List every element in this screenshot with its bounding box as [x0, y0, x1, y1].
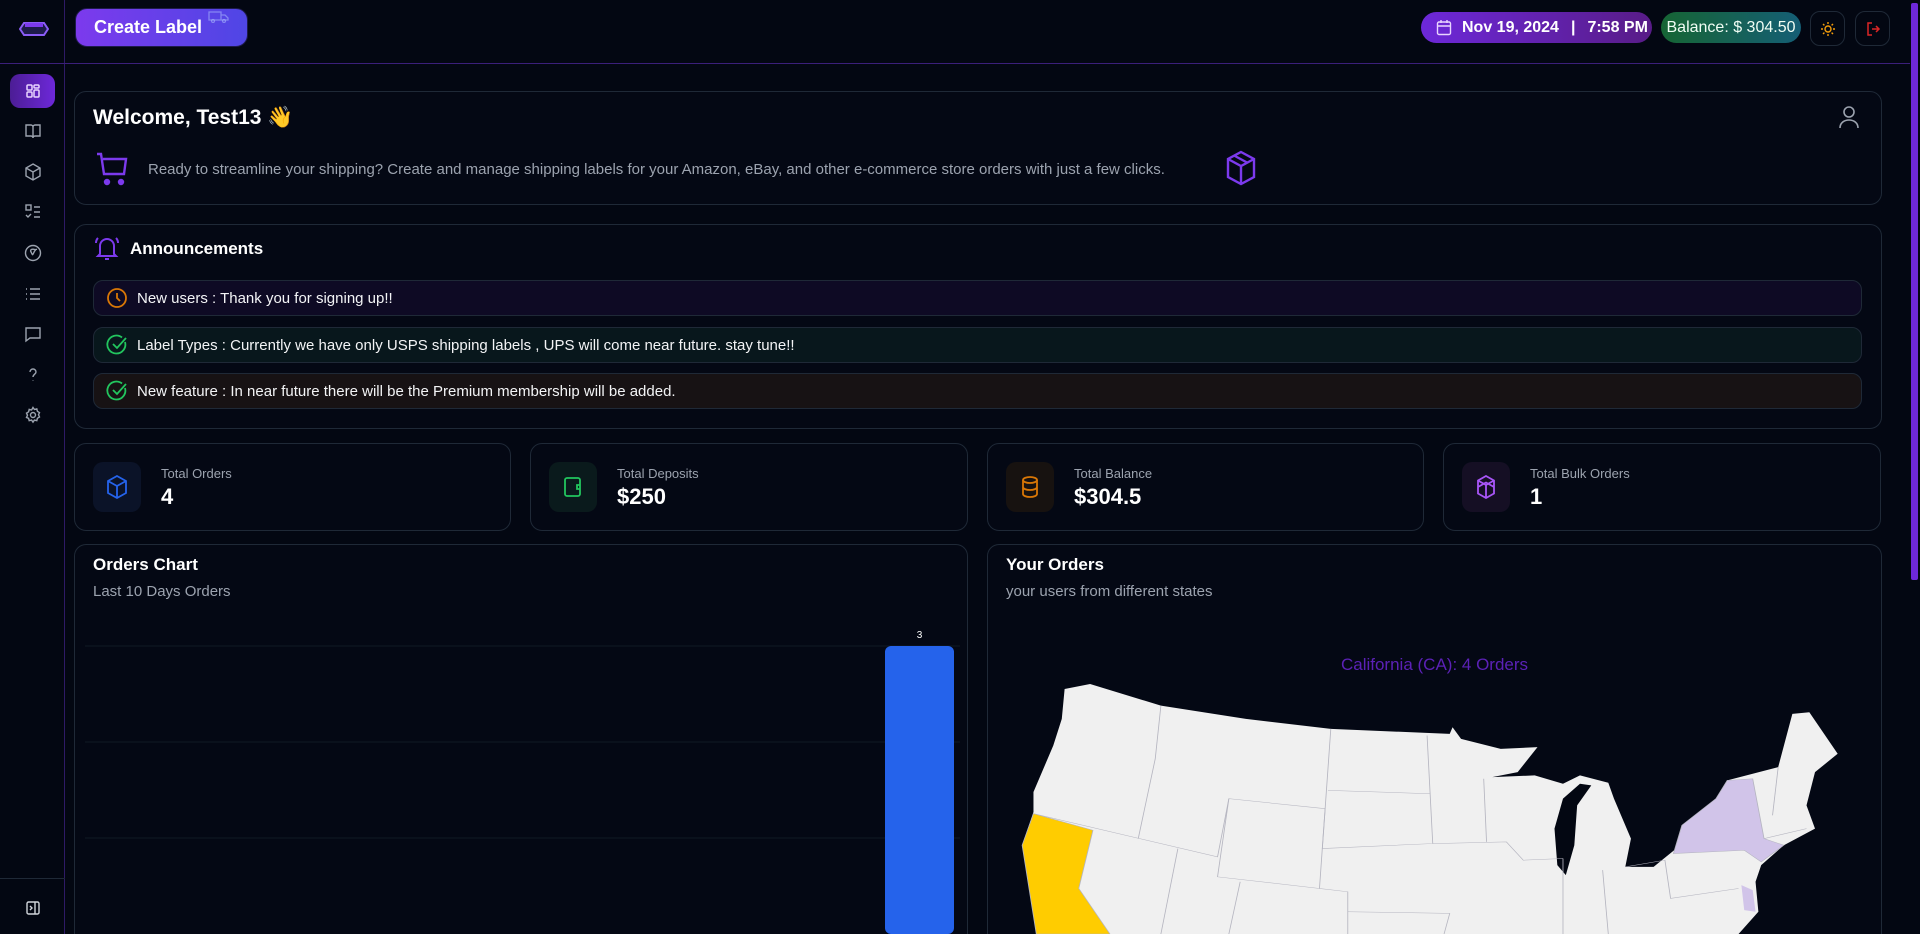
announcement-text: New users : Thank you for signing up!!: [137, 289, 393, 307]
help-icon: [28, 368, 37, 381]
logout-icon: [1866, 21, 1880, 36]
announcement-item: New users : Thank you for signing up!!: [93, 280, 1862, 316]
logo-icon: [19, 22, 49, 36]
your-orders-title: Your Orders: [1006, 555, 1104, 574]
stat-icon-box: [1006, 462, 1054, 512]
sidebar-item-checklist[interactable]: [10, 195, 55, 229]
stat-label: Total Balance: [1074, 466, 1153, 481]
welcome-title-text: Welcome, Test13: [93, 106, 262, 129]
create-label-button[interactable]: Create Label: [75, 8, 248, 47]
welcome-title: Welcome, Test13 👋: [93, 106, 293, 130]
logout-button[interactable]: [1855, 11, 1890, 46]
truck-icon: [208, 11, 229, 23]
boxes-icon: [1477, 475, 1495, 499]
sidebar-item-orders[interactable]: [10, 155, 55, 189]
stat-label: Total Deposits: [617, 466, 699, 481]
announcement-item: Label Types : Currently we have only USP…: [93, 327, 1862, 363]
check-circle-icon: [106, 380, 127, 401]
box-icon: [107, 475, 127, 499]
sidebar: [0, 0, 65, 934]
announcements-title: Announcements: [130, 239, 264, 258]
scrollbar-thumb[interactable]: [1911, 3, 1918, 580]
datetime-pill: Nov 19, 2024 | 7:58 PM: [1421, 12, 1652, 43]
header-divider: [65, 63, 1910, 64]
list-icon: [25, 288, 40, 300]
stat-value: 1: [1530, 484, 1543, 509]
wallet-icon: [564, 477, 581, 497]
wave-emoji: 👋: [267, 106, 294, 129]
message-icon: [24, 327, 41, 343]
stat-label: Total Bulk Orders: [1530, 466, 1630, 481]
announcement-text: Label Types : Currently we have only USP…: [137, 336, 795, 354]
orders-bar-chart: 3: [85, 630, 960, 934]
book-icon: [24, 124, 41, 139]
cart-icon: [97, 152, 128, 186]
stat-value: $250: [617, 484, 666, 509]
sidebar-item-list[interactable]: [10, 277, 55, 311]
sidebar-footer-divider: [0, 878, 65, 879]
sidebar-item-help[interactable]: [10, 358, 55, 392]
stat-value: $304.5: [1074, 484, 1142, 509]
theme-toggle-button[interactable]: [1810, 11, 1845, 46]
stat-total-balance: Total Balance $304.5: [987, 443, 1424, 531]
stat-icon-box: [93, 462, 141, 512]
announcement-text: New feature : In near future there will …: [137, 382, 676, 400]
settings-icon: [25, 406, 40, 424]
announcement-item: New feature : In near future there will …: [93, 373, 1862, 409]
stat-label: Total Orders: [161, 466, 232, 481]
package-icon: [1226, 150, 1256, 186]
stat-total-orders: Total Orders 4: [74, 443, 511, 531]
bar[interactable]: [885, 646, 954, 934]
dollar-icon: [24, 244, 41, 262]
time-text: 7:58 PM: [1587, 18, 1648, 36]
announcements-card: Announcements New users : Thank you for …: [74, 224, 1882, 429]
check-circle-icon: [106, 334, 127, 355]
sidebar-item-billing[interactable]: [10, 236, 55, 270]
orders-chart-card: Orders Chart Last 10 Days Orders 3: [74, 544, 968, 934]
bell-icon: [95, 237, 119, 260]
sidebar-item-messages[interactable]: [10, 317, 55, 351]
sidebar-item-guide[interactable]: [10, 114, 55, 148]
welcome-description: Ready to streamline your shipping? Creat…: [148, 161, 1165, 178]
create-label-text: Create Label: [94, 17, 203, 37]
clock-icon: [107, 288, 127, 308]
calendar-icon: [1436, 20, 1452, 36]
sidebar-header-divider: [0, 63, 65, 64]
stat-value: 4: [161, 484, 174, 509]
your-orders-subtitle: your users from different states: [1006, 583, 1213, 600]
balance-pill: Balance: $ 304.50: [1661, 12, 1801, 43]
map-tooltip: California (CA): 4 Orders: [1340, 655, 1529, 674]
dashboard-icon: [25, 84, 40, 98]
user-profile-icon[interactable]: [1837, 104, 1861, 130]
database-icon: [1022, 476, 1038, 498]
checklist-icon: [24, 204, 40, 218]
stat-icon-box: [1462, 462, 1510, 512]
sidebar-toggle-icon: [25, 901, 40, 915]
stat-icon-box: [549, 462, 597, 512]
sidebar-item-settings[interactable]: [10, 398, 55, 432]
collapse-sidebar-button[interactable]: [10, 891, 55, 925]
stat-total-bulk-orders: Total Bulk Orders 1: [1443, 443, 1881, 531]
sidebar-item-dashboard[interactable]: [10, 74, 55, 108]
your-orders-card: Your Orders your users from different st…: [987, 544, 1882, 934]
date-text: Nov 19, 2024: [1462, 18, 1559, 36]
us-map[interactable]: [991, 679, 1879, 934]
package-icon: [24, 163, 41, 181]
welcome-card: Welcome, Test13 👋 Ready to streamline yo…: [74, 91, 1882, 205]
date-separator: |: [1570, 18, 1576, 36]
sun-icon: [1820, 21, 1835, 36]
bar-data-label: 3: [917, 630, 923, 641]
stat-total-deposits: Total Deposits $250: [530, 443, 968, 531]
